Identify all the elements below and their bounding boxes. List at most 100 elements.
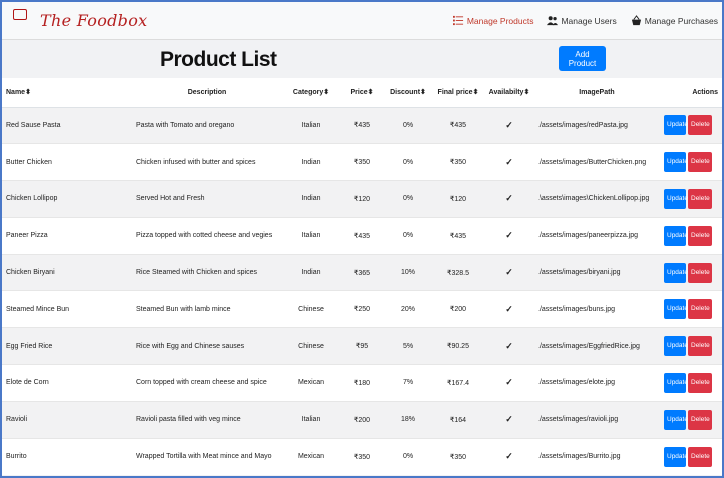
table-row: Chicken Biryani Rice Steamed with Chicken… xyxy=(2,253,722,291)
product-name: Steamed Mince Bun xyxy=(2,290,132,328)
product-category: Indian xyxy=(282,143,340,181)
sort-icon[interactable]: ⬍ xyxy=(420,89,426,96)
delete-button[interactable]: Delete xyxy=(688,446,712,467)
availability-check-icon: ✓ xyxy=(484,180,534,218)
add-product-button[interactable]: Add Product xyxy=(559,46,606,71)
header-description: Description xyxy=(132,78,282,108)
product-price: ₹350 xyxy=(340,143,384,181)
header-final-price[interactable]: Final price⬍ xyxy=(432,78,484,108)
product-category: Italian xyxy=(282,400,340,439)
product-image-path: ./assets/images/paneerpizza.jpg xyxy=(534,216,660,255)
product-category: Italian xyxy=(282,216,340,255)
product-category: Indian xyxy=(282,253,340,291)
product-price: ₹95 xyxy=(340,327,384,365)
sort-icon[interactable]: ⬍ xyxy=(25,89,31,96)
product-name: Butter Chicken xyxy=(2,143,132,181)
product-description: Served Hot and Fresh xyxy=(132,180,282,218)
update-button[interactable]: Update xyxy=(664,299,688,320)
product-final-price: ₹435 xyxy=(432,106,484,144)
row-actions: Update Delete xyxy=(660,180,722,218)
row-actions: Update Delete xyxy=(660,437,722,475)
update-button[interactable]: Update xyxy=(664,372,688,393)
row-actions: Update Delete xyxy=(660,290,722,328)
table-row: Burrito Wrapped Tortilla with Meat mince … xyxy=(2,437,722,475)
product-price: ₹180 xyxy=(340,364,384,402)
table-row: Steamed Mince Bun Steamed Bun with lamb m… xyxy=(2,290,722,328)
update-button[interactable]: Update xyxy=(664,262,688,283)
product-image-path: ./assets/images/redPasta.jpg xyxy=(534,106,660,144)
availability-check-icon: ✓ xyxy=(484,216,534,255)
product-description: Chicken infused with butter and spices xyxy=(132,143,282,181)
product-final-price: ₹435 xyxy=(432,216,484,255)
update-button[interactable]: Update xyxy=(664,152,688,173)
sort-icon[interactable]: ⬍ xyxy=(368,89,374,96)
table-row: Red Sause Pasta Pasta with Tomato and ore… xyxy=(2,106,722,144)
sort-icon[interactable]: ⬍ xyxy=(523,89,529,96)
row-actions: Update Delete xyxy=(660,216,722,255)
product-price: ₹120 xyxy=(340,180,384,218)
header-image-path: ImagePath xyxy=(534,78,660,108)
delete-button[interactable]: Delete xyxy=(688,336,712,357)
delete-button[interactable]: Delete xyxy=(688,299,712,320)
row-actions: Update Delete xyxy=(660,253,722,291)
row-actions: Update Delete xyxy=(660,364,722,402)
header-discount[interactable]: Discount⬍ xyxy=(384,78,432,108)
row-actions: Update Delete xyxy=(660,106,722,144)
header-availability[interactable]: Availabilty⬍ xyxy=(484,78,534,108)
product-category: Mexican xyxy=(282,364,340,402)
nav-manage-products[interactable]: Manage Products xyxy=(452,15,534,26)
product-name: Chicken Biryani xyxy=(2,253,132,291)
product-name: Ravioli xyxy=(2,400,132,439)
product-image-path: ./assets/images/EggfriedRice.jpg xyxy=(534,327,660,365)
logo-badge[interactable] xyxy=(10,8,30,33)
header-name[interactable]: Name⬍ xyxy=(2,78,132,108)
delete-button[interactable]: Delete xyxy=(688,115,712,136)
availability-check-icon: ✓ xyxy=(484,106,534,144)
product-discount: 5% xyxy=(384,327,432,365)
product-final-price: ₹350 xyxy=(432,143,484,181)
product-description: Pasta with Tomato and oregano xyxy=(132,106,282,144)
delete-button[interactable]: Delete xyxy=(688,372,712,393)
update-button[interactable]: Update xyxy=(664,336,688,357)
delete-button[interactable]: Delete xyxy=(688,262,712,283)
product-final-price: ₹90.25 xyxy=(432,327,484,365)
availability-check-icon: ✓ xyxy=(484,253,534,291)
product-discount: 0% xyxy=(384,143,432,181)
table-row: Elote de Corn Corn topped with cream chee… xyxy=(2,364,722,402)
availability-check-icon: ✓ xyxy=(484,143,534,181)
brand-name[interactable]: The Foodbox xyxy=(40,11,147,30)
users-icon xyxy=(547,16,559,26)
update-button[interactable]: Update xyxy=(664,115,688,136)
list-icon xyxy=(452,15,463,26)
nav-manage-products-label: Manage Products xyxy=(466,15,534,26)
product-final-price: ₹167.4 xyxy=(432,364,484,402)
nav-manage-users[interactable]: Manage Users xyxy=(547,15,617,26)
row-actions: Update Delete xyxy=(660,143,722,181)
product-name: Paneer Pizza xyxy=(2,216,132,255)
basket-icon xyxy=(631,15,641,26)
update-button[interactable]: Update xyxy=(664,188,688,209)
product-price: ₹435 xyxy=(340,216,384,255)
delete-button[interactable]: Delete xyxy=(688,152,712,173)
header-price[interactable]: Price⬍ xyxy=(340,78,384,108)
page-header: Product List Add Product xyxy=(2,40,722,78)
product-image-path: ./assets/images/elote.jpg xyxy=(534,364,660,402)
product-price: ₹350 xyxy=(340,437,384,475)
sort-icon[interactable]: ⬍ xyxy=(323,89,329,96)
nav-manage-purchases[interactable]: Manage Purchases xyxy=(631,15,718,26)
product-name: Chicken Lollipop xyxy=(2,180,132,218)
update-button[interactable]: Update xyxy=(664,409,688,430)
delete-button[interactable]: Delete xyxy=(688,225,712,246)
delete-button[interactable]: Delete xyxy=(688,188,712,209)
logo-fork-icon xyxy=(13,8,27,20)
update-button[interactable]: Update xyxy=(664,446,688,467)
table-header-row: Name⬍ Description Category⬍ Price⬍ Disco… xyxy=(2,78,722,108)
product-description: Corn topped with cream cheese and spice xyxy=(132,364,282,402)
sort-icon[interactable]: ⬍ xyxy=(473,89,479,96)
product-description: Ravioli pasta filled with veg mince xyxy=(132,400,282,439)
table-row: Egg Fried Rice Rice with Egg and Chinese … xyxy=(2,327,722,365)
header-category[interactable]: Category⬍ xyxy=(282,78,340,108)
update-button[interactable]: Update xyxy=(664,225,688,246)
product-name: Burrito xyxy=(2,437,132,475)
delete-button[interactable]: Delete xyxy=(688,409,712,430)
